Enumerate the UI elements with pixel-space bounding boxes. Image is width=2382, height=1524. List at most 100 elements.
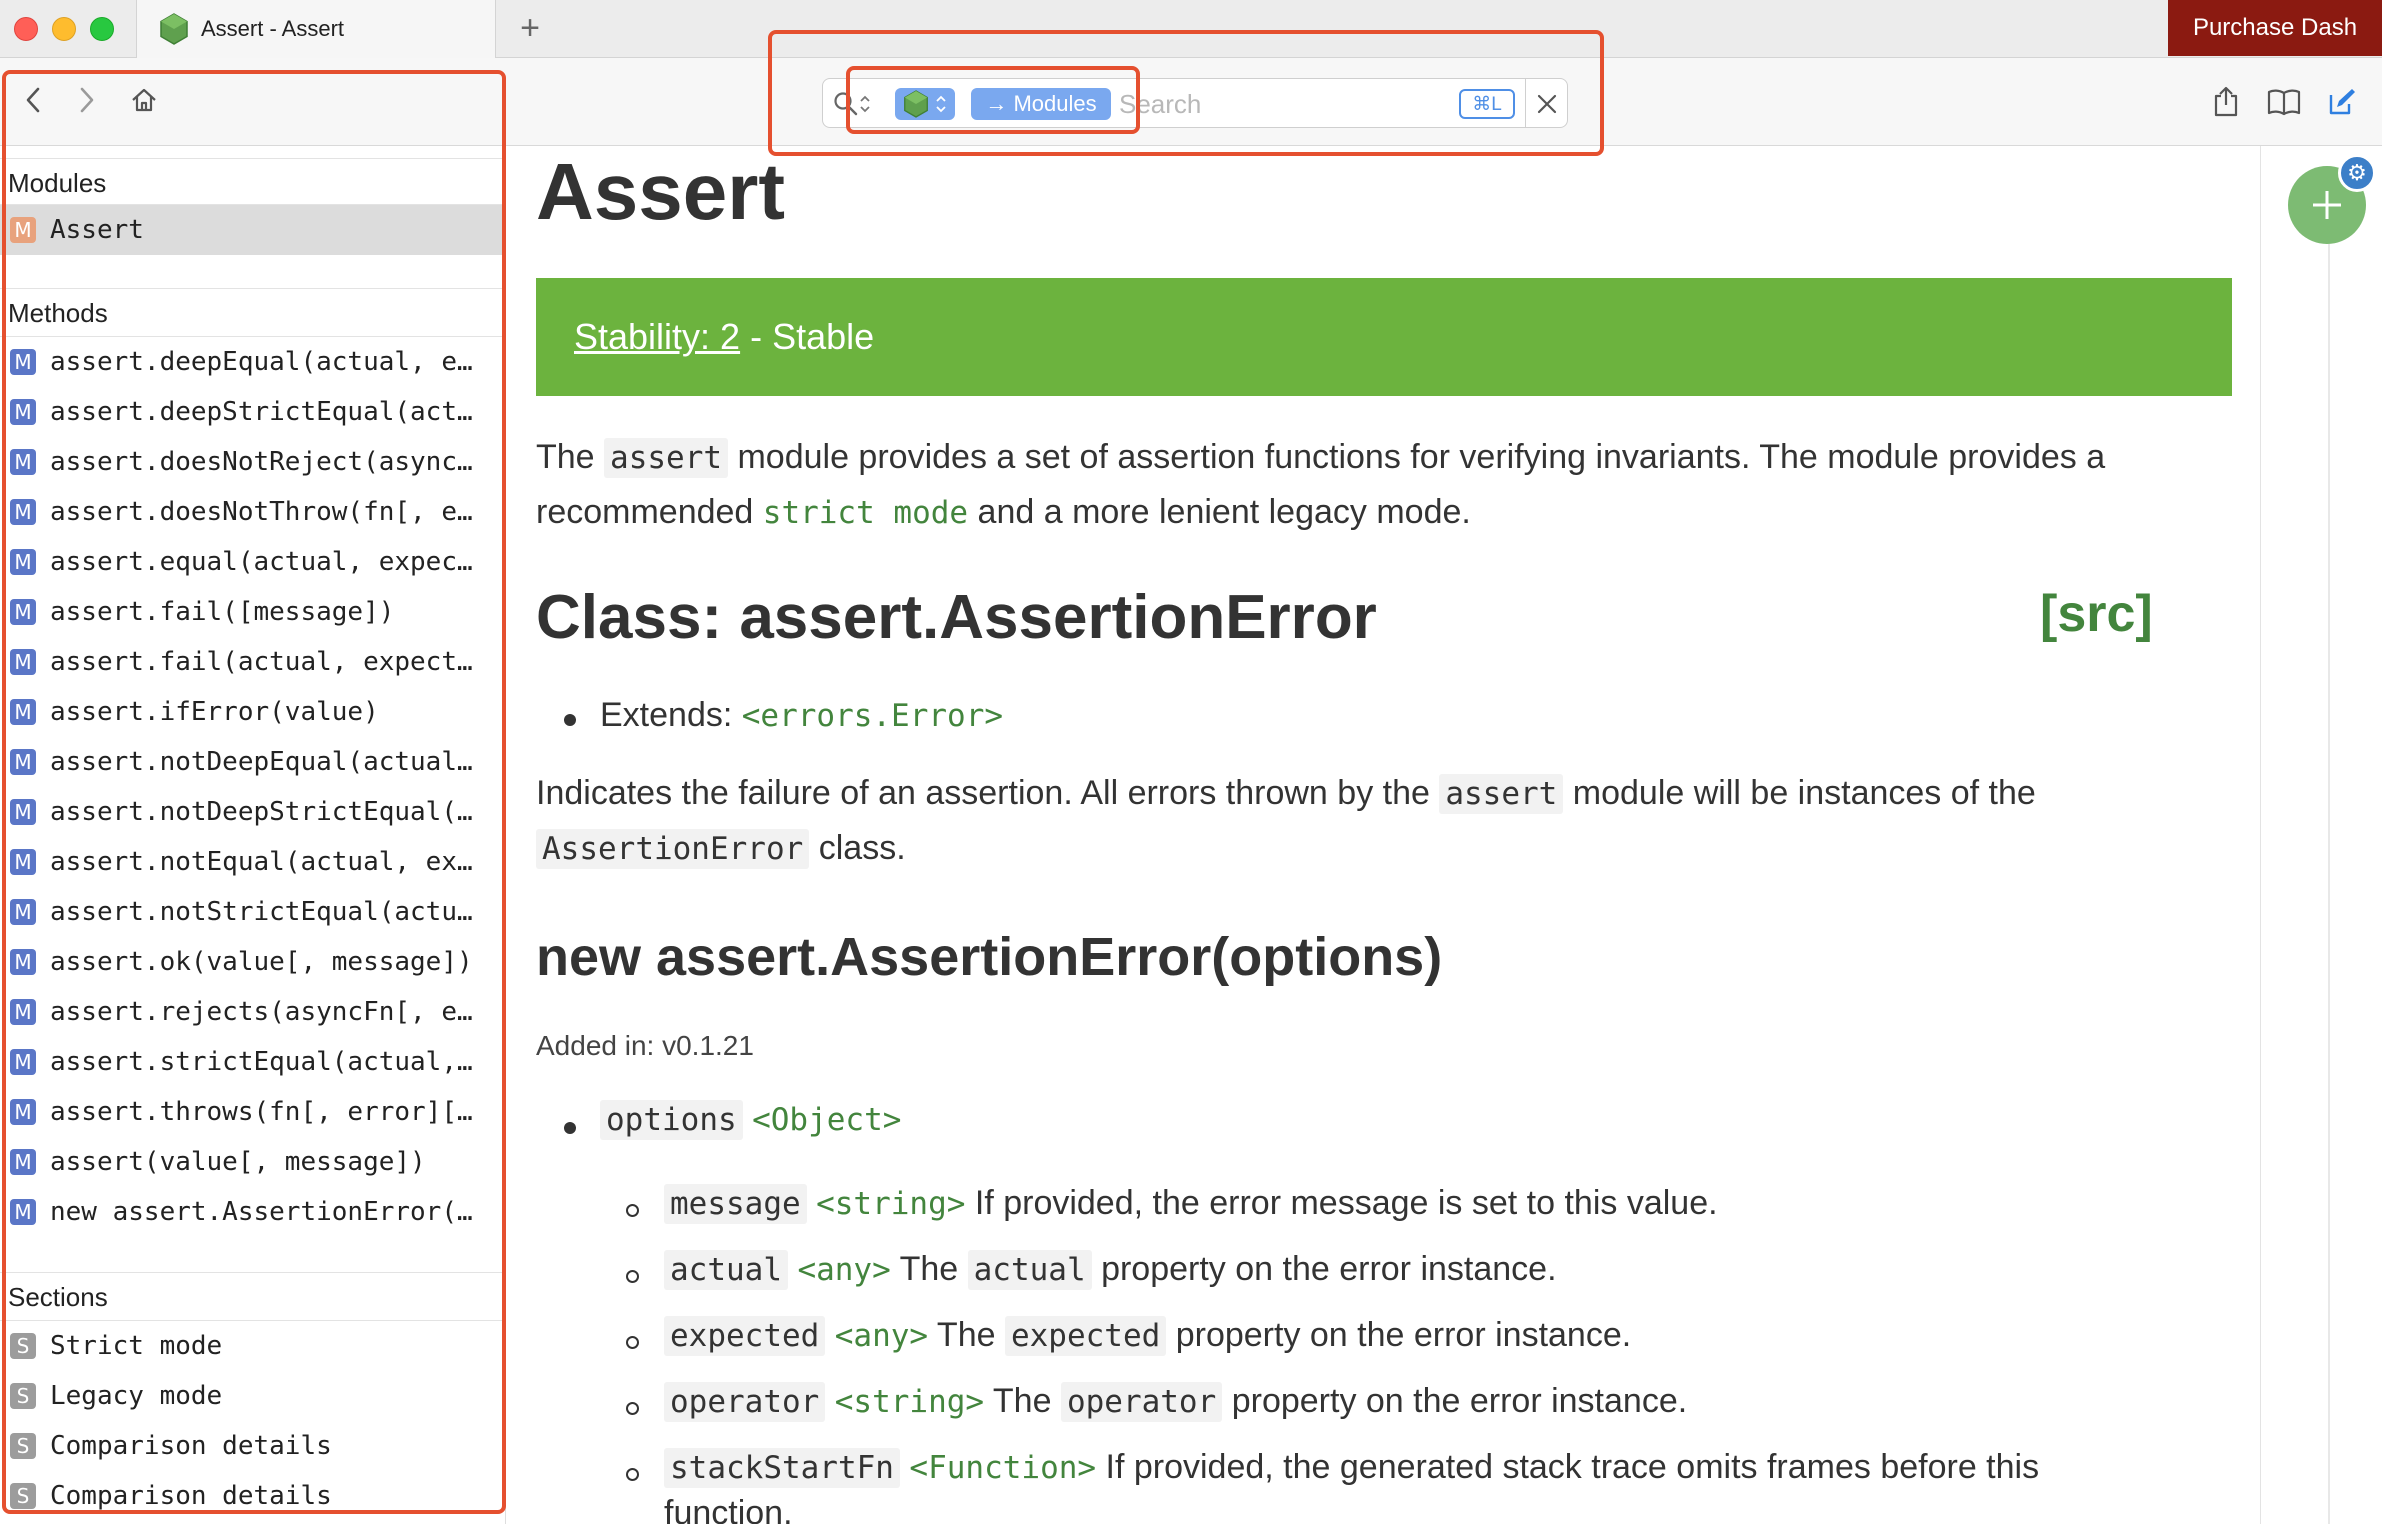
sidebar-item-assert-module[interactable]: M Assert bbox=[0, 205, 502, 255]
strict-mode-link[interactable]: strict mode bbox=[763, 495, 968, 531]
method-badge-icon: M bbox=[10, 999, 36, 1025]
sidebar-section-item[interactable]: S Legacy mode bbox=[0, 1371, 502, 1421]
sidebar-method-item[interactable]: Massert.equal(actual, expec… bbox=[0, 537, 502, 587]
sidebar-method-item[interactable]: Massert.notEqual(actual, ex… bbox=[0, 837, 502, 887]
maximize-window-button[interactable] bbox=[90, 17, 114, 41]
class-heading: Class: assert.AssertionError bbox=[536, 583, 1377, 652]
param-type-link[interactable]: <any> bbox=[835, 1318, 928, 1354]
param-item: stackStartFn <Function> If provided, the… bbox=[664, 1448, 2040, 1488]
docset-selector[interactable] bbox=[895, 88, 955, 120]
sidebar-method-item[interactable]: Massert.ifError(value) bbox=[0, 687, 502, 737]
forward-icon bbox=[80, 87, 94, 113]
sidebar-section-item[interactable]: S Strict mode bbox=[0, 1321, 502, 1371]
sidebar-method-item[interactable]: Massert.notStrictEqual(actu… bbox=[0, 887, 502, 937]
sidebar-section-item[interactable]: S Comparison details bbox=[0, 1471, 502, 1521]
sidebar-method-item[interactable]: Mnew assert.AssertionError(… bbox=[0, 1187, 502, 1237]
clear-search-button[interactable] bbox=[1531, 88, 1563, 120]
search-bar[interactable]: → Modules ⌘L bbox=[822, 78, 1568, 128]
method-badge-icon: M bbox=[10, 949, 36, 975]
nodejs-hexagon-icon bbox=[904, 90, 928, 118]
param-item: actual <any> The actual property on the … bbox=[664, 1250, 1557, 1290]
method-badge-icon: M bbox=[10, 1099, 36, 1125]
param-type-link[interactable]: <string> bbox=[816, 1186, 965, 1222]
errors-error-link[interactable]: <errors.Error> bbox=[742, 698, 1003, 734]
search-input[interactable] bbox=[1119, 87, 1429, 121]
bullet bbox=[564, 714, 576, 726]
divider bbox=[0, 1272, 505, 1273]
sidebar-item-label: assert.notEqual(actual, ex… bbox=[50, 847, 473, 877]
param-type-link[interactable]: <Function> bbox=[909, 1450, 1096, 1486]
src-link[interactable]: [src] bbox=[2040, 584, 2153, 644]
back-button[interactable] bbox=[14, 80, 54, 120]
stability-link[interactable]: Stability: 2 bbox=[574, 316, 740, 358]
param-description: property on the error instance. bbox=[1222, 1382, 1688, 1420]
close-window-button[interactable] bbox=[14, 17, 38, 41]
sidebar-method-item[interactable]: Massert.doesNotThrow(fn[, e… bbox=[0, 487, 502, 537]
sidebar-item-label: assert.notStrictEqual(actu… bbox=[50, 897, 473, 927]
added-in-label: Added in: v0.1.21 bbox=[536, 1030, 754, 1061]
param-type-link[interactable]: <any> bbox=[797, 1252, 890, 1288]
search-mode-toggle[interactable] bbox=[833, 89, 881, 119]
method-badge-icon: M bbox=[10, 749, 36, 775]
sidebar-method-item[interactable]: Massert.notDeepEqual(actual… bbox=[0, 737, 502, 787]
method-badge-icon: M bbox=[10, 349, 36, 375]
sidebar-method-item[interactable]: Massert.doesNotReject(async… bbox=[0, 437, 502, 487]
sidebar-method-item[interactable]: Massert.deepEqual(actual, e… bbox=[0, 337, 502, 387]
share-button[interactable] bbox=[2206, 82, 2246, 122]
param-description: If provided, the generated stack trace o… bbox=[1096, 1448, 2040, 1486]
annotate-button[interactable] bbox=[2322, 82, 2362, 122]
method-badge-icon: M bbox=[10, 1199, 36, 1225]
section-badge-icon: S bbox=[10, 1383, 36, 1409]
purchase-dash-button[interactable]: Purchase Dash bbox=[2168, 0, 2382, 56]
updown-chevron-icon bbox=[860, 95, 870, 113]
text: module will be instances of the bbox=[1563, 774, 2036, 812]
tab-assert[interactable]: Assert - Assert bbox=[136, 0, 496, 58]
new-tab-button[interactable]: + bbox=[510, 8, 550, 48]
sidebar-method-item[interactable]: Massert.notDeepStrictEqual(… bbox=[0, 787, 502, 837]
inline-code: expected bbox=[1004, 1316, 1167, 1356]
sidebar-method-item[interactable]: Massert.fail(actual, expect… bbox=[0, 637, 502, 687]
sidebar-method-item[interactable]: Massert(value[, message]) bbox=[0, 1137, 502, 1187]
gear-icon[interactable]: ⚙ bbox=[2338, 154, 2376, 192]
tab-bar: Assert - Assert + Purchase Dash bbox=[0, 0, 2382, 58]
bookmarks-icon bbox=[2267, 89, 2301, 116]
sidebar-method-item[interactable]: Massert.strictEqual(actual,… bbox=[0, 1037, 502, 1087]
sidebar-methods-header: Methods bbox=[8, 298, 108, 328]
sidebar-item-label: assert.notDeepStrictEqual(… bbox=[50, 797, 473, 827]
sidebar-method-item[interactable]: Massert.fail([message]) bbox=[0, 587, 502, 637]
param-name: stackStartFn bbox=[664, 1448, 900, 1488]
minimize-window-button[interactable] bbox=[52, 17, 76, 41]
home-button[interactable] bbox=[124, 80, 164, 120]
annotate-icon bbox=[2329, 89, 2355, 115]
param-name: actual bbox=[664, 1250, 788, 1290]
bookmarks-button[interactable] bbox=[2264, 82, 2304, 122]
sidebar-item-label: Assert bbox=[50, 215, 144, 245]
sidebar-method-item[interactable]: Massert.rejects(asyncFn[, e… bbox=[0, 987, 502, 1037]
param-type-link[interactable]: <string> bbox=[835, 1384, 984, 1420]
sidebar-item-label: assert.fail([message]) bbox=[50, 597, 395, 627]
sub-bullet bbox=[626, 1336, 639, 1349]
sub-bullet bbox=[626, 1402, 639, 1415]
sidebar-section-item[interactable]: S Comparison details bbox=[0, 1421, 502, 1471]
intro-paragraph: The assert module provides a set of asse… bbox=[536, 430, 2186, 540]
sidebar-method-item[interactable]: Massert.deepStrictEqual(act… bbox=[0, 387, 502, 437]
sidebar-item-label: assert.ok(value[, message]) bbox=[50, 947, 473, 977]
method-badge-icon: M bbox=[10, 599, 36, 625]
method-badge-icon: M bbox=[10, 799, 36, 825]
search-scope-chip[interactable]: → Modules bbox=[971, 88, 1111, 120]
sidebar-method-item[interactable]: Massert.ok(value[, message]) bbox=[0, 937, 502, 987]
divider bbox=[0, 158, 505, 159]
inline-code: assert bbox=[1439, 774, 1564, 814]
method-badge-icon: M bbox=[10, 699, 36, 725]
sidebar: Modules M Assert Methods Massert.deepEqu… bbox=[0, 146, 506, 1524]
back-icon bbox=[26, 87, 40, 113]
method-badge-icon: M bbox=[10, 1149, 36, 1175]
object-type-link[interactable]: <Object> bbox=[752, 1102, 901, 1138]
module-badge-icon: M bbox=[10, 217, 36, 243]
stability-banner: Stability: 2 - Stable bbox=[536, 278, 2232, 396]
forward-button[interactable] bbox=[66, 80, 106, 120]
search-divider bbox=[1525, 79, 1526, 127]
gutter-line bbox=[2328, 240, 2330, 1524]
sidebar-method-item[interactable]: Massert.throws(fn[, error][… bbox=[0, 1087, 502, 1137]
sidebar-item-label: assert.ifError(value) bbox=[50, 697, 379, 727]
